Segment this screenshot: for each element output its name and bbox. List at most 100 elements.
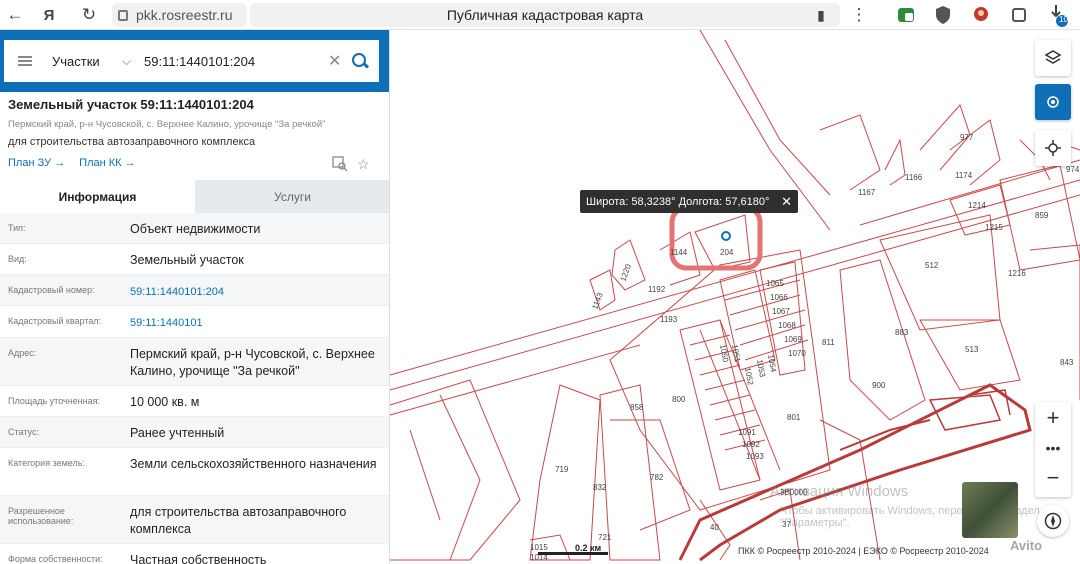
layers-icon (1044, 50, 1062, 64)
svg-text:1166: 1166 (905, 173, 923, 182)
svg-text:1215: 1215 (985, 223, 1003, 232)
table-row: Тип: Объект недвижимости (0, 213, 389, 244)
bookmark-icon[interactable]: ▮ (808, 2, 834, 28)
compass-button[interactable] (1037, 505, 1069, 537)
activation-watermark: Активация Windows (770, 483, 909, 500)
row-value: Объект недвижимости (130, 222, 261, 236)
reload-icon[interactable]: ↻ (76, 2, 102, 28)
extension-shield-green-icon[interactable] (893, 2, 919, 28)
table-row: Форма собственности: Частная собственност… (0, 544, 389, 564)
svg-text:1093: 1093 (746, 452, 764, 461)
svg-text:859: 859 (1035, 211, 1049, 220)
row-value: Земельный участок (130, 253, 244, 267)
row-label: Площадь уточненная: (8, 396, 100, 406)
copyright: ПКК © Росреестр 2010-2024 | ЕЭКО © Росре… (738, 546, 989, 556)
svg-text:843: 843 (1060, 358, 1074, 367)
svg-text:1216: 1216 (1008, 269, 1026, 278)
table-row: Площадь уточненная: 10 000 кв. м (0, 386, 389, 417)
svg-text:974: 974 (1066, 165, 1080, 174)
svg-text:1144: 1144 (670, 248, 688, 257)
browser-toolbar: ← Я ↻ pkk.rosreestr.ru Публичная кадастр… (0, 0, 1080, 30)
search-input[interactable] (144, 53, 324, 69)
svg-text:512: 512 (925, 261, 939, 270)
extension-puzzle-icon[interactable] (1006, 2, 1032, 28)
locate-button[interactable] (1035, 130, 1071, 166)
row-label: Кадастровый номер: (8, 285, 95, 295)
plan-kk-link[interactable]: План КК → (79, 157, 135, 169)
search-icon[interactable] (350, 51, 370, 71)
tab-services[interactable]: Услуги (195, 180, 389, 213)
svg-text:40: 40 (710, 523, 719, 532)
svg-text:1092: 1092 (742, 440, 760, 449)
svg-text:1214: 1214 (968, 201, 986, 210)
row-value: Частная собственность (130, 553, 267, 564)
svg-text:1091: 1091 (738, 428, 756, 437)
zoom-in-button[interactable]: + (1035, 402, 1071, 434)
table-row: Разрешенное использование: для строительс… (0, 496, 389, 544)
svg-text:1053: 1053 (755, 359, 767, 379)
location-pin (721, 231, 731, 241)
svg-text:1069: 1069 (784, 335, 802, 344)
zoom-out-button[interactable]: − (1035, 462, 1071, 494)
cadastral-map[interactable]: 204 1144 1220 1143 1192 1193 1065 1066 1… (390, 30, 1080, 564)
svg-text:1068: 1068 (778, 321, 796, 330)
identify-button[interactable] (1035, 84, 1071, 120)
cadastral-block-link[interactable]: 59:11:1440101 (130, 306, 389, 337)
yandex-icon[interactable]: Я (36, 2, 62, 28)
table-row: Вид: Земельный участок (0, 244, 389, 275)
svg-text:204: 204 (720, 248, 734, 257)
parcel-address: Пермский край, р-н Чусовской, с. Верхнее… (8, 119, 326, 130)
svg-text:719: 719 (555, 465, 569, 474)
zoom-to-object-icon[interactable] (332, 156, 348, 172)
menu-icon[interactable] (18, 56, 32, 66)
search-box: Участки ⌵ ✕ (4, 40, 379, 82)
compass-icon (1044, 512, 1062, 530)
scale-label: 0.2 км (575, 543, 602, 553)
page-title: Публичная кадастровая карта (250, 3, 840, 27)
extension-avatar-icon[interactable] (968, 2, 994, 28)
back-icon[interactable]: ← (2, 2, 28, 28)
clear-icon[interactable]: ✕ (328, 51, 348, 71)
star-icon[interactable]: ☆ (357, 156, 373, 172)
svg-text:1067: 1067 (772, 307, 790, 316)
crosshair-icon (1045, 140, 1061, 156)
search-bar: Участки ⌵ ✕ ‹ (0, 30, 389, 92)
svg-text:1174: 1174 (955, 171, 973, 180)
row-value: 10 000 кв. м (130, 395, 200, 409)
address-bar[interactable]: pkk.rosreestr.ru (112, 3, 247, 27)
svg-text:977: 977 (960, 133, 974, 142)
svg-text:811: 811 (822, 338, 835, 347)
menu-dots-icon[interactable]: ⋮ (846, 2, 872, 28)
attributes-table: Тип: Объект недвижимости Вид: Земельный уч… (0, 213, 389, 564)
more-icon[interactable]: ••• (1035, 434, 1071, 462)
svg-text:1167: 1167 (858, 188, 876, 197)
zoom-controls: + ••• − (1035, 402, 1071, 497)
row-label: Вид: (8, 254, 27, 264)
layers-button[interactable] (1035, 40, 1071, 76)
coordinates-text: Широта: 58,3238° Долгота: 57,6180° (586, 195, 770, 208)
svg-text:721: 721 (598, 533, 612, 542)
row-value: Земли сельскохозяйственного назначения (130, 457, 377, 471)
svg-text:858: 858 (630, 403, 644, 412)
cadastral-number-link[interactable]: 59:11:1440101:204 (130, 275, 389, 305)
tab-info[interactable]: Информация (0, 180, 195, 213)
chevron-down-icon[interactable]: ⌵ (122, 54, 144, 69)
svg-text:513: 513 (965, 345, 979, 354)
table-row: Статус: Ранее учтенный (0, 417, 389, 448)
table-row: Адрес: Пермский край, р-н Чусовской, с. В… (0, 338, 389, 386)
svg-text:1065: 1065 (766, 279, 784, 288)
svg-text:801: 801 (787, 413, 801, 422)
lock-icon (118, 9, 128, 21)
basemap-thumbnail[interactable] (962, 482, 1018, 538)
plan-zu-link[interactable]: План ЗУ → (8, 157, 65, 169)
target-icon (1047, 96, 1059, 108)
shield-icon[interactable] (930, 2, 956, 28)
search-type-select[interactable]: Участки (52, 54, 122, 69)
parcel-title: Земельный участок 59:11:1440101:204 (8, 97, 254, 112)
download-icon[interactable]: 10 (1046, 2, 1072, 28)
svg-text:1051: 1051 (730, 344, 742, 364)
close-icon[interactable]: ✕ (781, 194, 792, 210)
row-label: Кадастровый квартал: (8, 316, 102, 326)
parcel-purpose: для строительства автозаправочного компл… (8, 136, 256, 148)
highlight-marker (669, 205, 763, 271)
